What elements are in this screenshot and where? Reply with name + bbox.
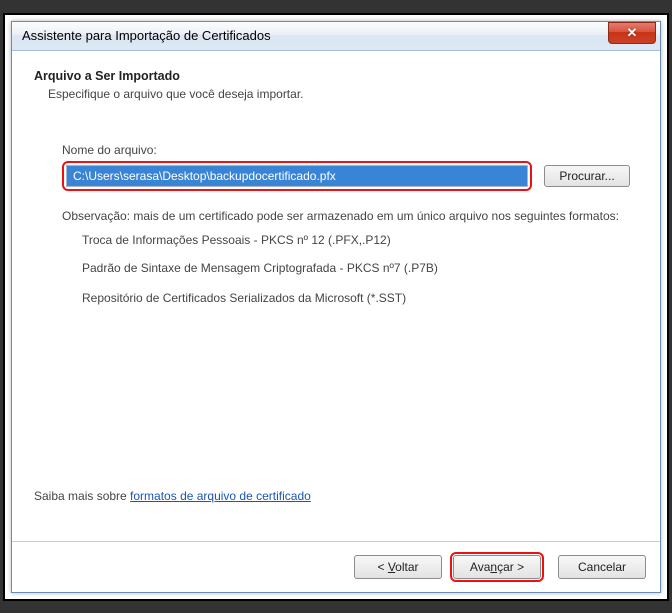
back-button[interactable]: < Voltar xyxy=(354,555,442,579)
learn-more-prefix: Saiba mais sobre xyxy=(34,489,130,503)
file-name-label: Nome do arquivo: xyxy=(62,143,630,157)
content-area: Arquivo a Ser Importado Especifique o ar… xyxy=(12,51,660,541)
titlebar: Assistente para Importação de Certificad… xyxy=(12,22,660,51)
file-name-input[interactable] xyxy=(66,165,528,187)
window-title: Assistente para Importação de Certificad… xyxy=(22,28,271,43)
page-heading: Arquivo a Ser Importado xyxy=(34,69,638,83)
file-input-highlight xyxy=(62,161,532,191)
learn-more-link[interactable]: formatos de arquivo de certificado xyxy=(130,489,311,503)
close-icon: ✕ xyxy=(627,25,638,41)
formats-note: Observação: mais de um certificado pode … xyxy=(62,209,630,223)
learn-more-line: Saiba mais sobre formatos de arquivo de … xyxy=(34,489,638,503)
cancel-button[interactable]: Cancelar xyxy=(558,555,646,579)
format-item: Padrão de Sintaxe de Mensagem Criptograf… xyxy=(82,261,630,275)
page-subheading: Especifique o arquivo que você deseja im… xyxy=(48,87,638,101)
format-item: Troca de Informações Pessoais - PKCS nº … xyxy=(82,233,630,247)
format-item: Repositório de Certificados Serializados… xyxy=(82,291,630,305)
next-button[interactable]: Avançar > xyxy=(453,555,541,579)
wizard-window: Assistente para Importação de Certificad… xyxy=(11,21,661,593)
close-button[interactable]: ✕ xyxy=(608,22,656,44)
browse-button[interactable]: Procurar... xyxy=(544,165,630,187)
next-button-highlight: Avançar > xyxy=(450,552,544,582)
button-row: < Voltar Avançar > Cancelar xyxy=(12,541,660,592)
